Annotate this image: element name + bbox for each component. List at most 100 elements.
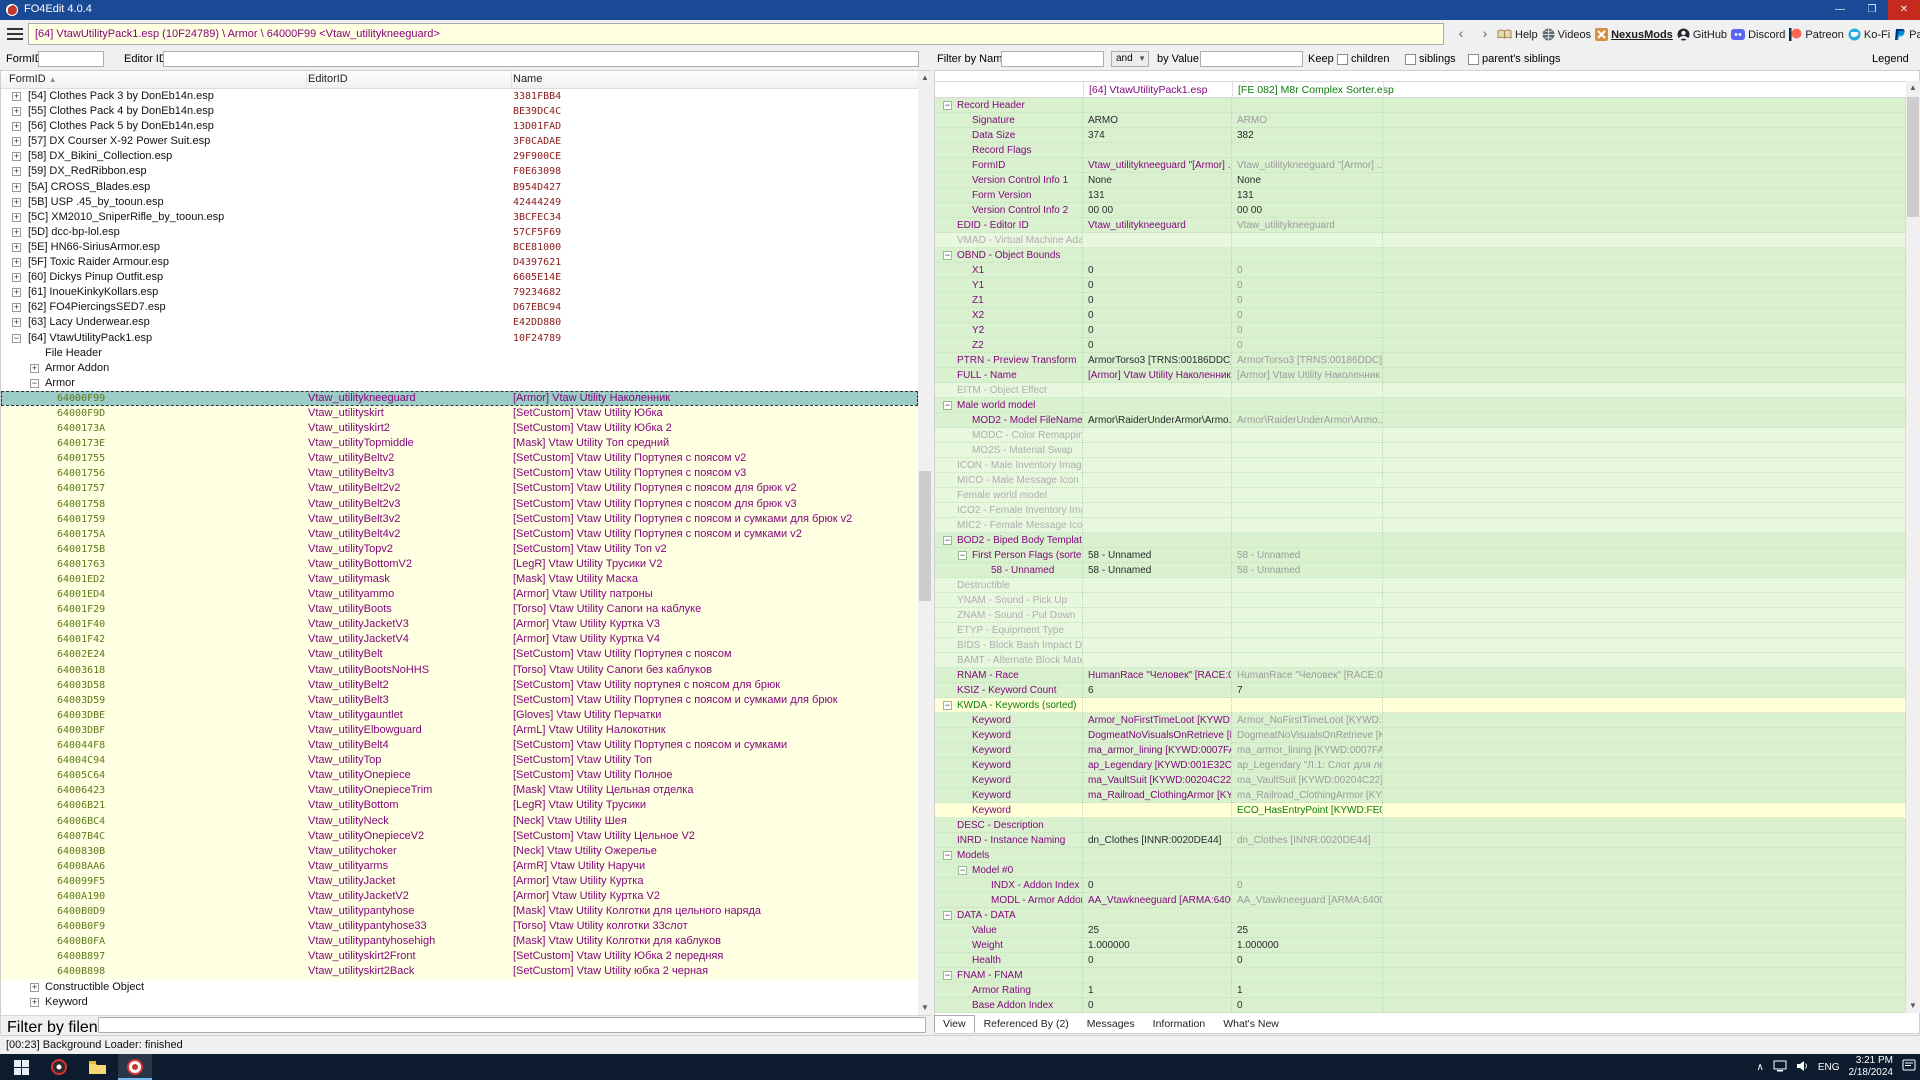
tab-information[interactable]: Information	[1144, 1015, 1215, 1033]
grid-row[interactable]: Y100	[935, 278, 1906, 293]
language-indicator[interactable]: ENG	[1818, 1062, 1840, 1073]
tree-plugin-row[interactable]: +[57] DX Courser X-92 Power Suit.esp3F0C…	[1, 134, 918, 149]
tree-plugin-row[interactable]: +[59] DX_RedRibbon.espF0E63098	[1, 164, 918, 179]
scroll-up-icon[interactable]: ▲	[1906, 81, 1920, 95]
tree-record-row[interactable]: 64008AA6Vtaw_utilityarms[ArmR] Vtaw Util…	[1, 859, 918, 874]
grid-row[interactable]: X100	[935, 263, 1906, 278]
formid-input[interactable]	[38, 51, 104, 67]
grid-row[interactable]: Y200	[935, 323, 1906, 338]
tree-plugin-row[interactable]: +[5C] XM2010_SniperRifle_by_tooun.esp3BC…	[1, 210, 918, 225]
tab-referenced-by-2-[interactable]: Referenced By (2)	[975, 1015, 1078, 1033]
tree-record-row[interactable]: 64003D59Vtaw_utilityBelt3[SetCustom] Vta…	[1, 693, 918, 708]
tree-plugin-row[interactable]: +[60] Dickys Pinup Outfit.esp6605E14E	[1, 270, 918, 285]
expander-expand-icon[interactable]: +	[12, 288, 21, 297]
taskbar-fo4edit-active[interactable]	[118, 1054, 152, 1080]
grid-row[interactable]: ETYP - Equipment Type	[935, 623, 1906, 638]
tree-record-row[interactable]: 64001758Vtaw_utilityBelt2v3[SetCustom] V…	[1, 497, 918, 512]
grid-row[interactable]: Data Size374382	[935, 128, 1906, 143]
expander-expand-icon[interactable]: +	[12, 318, 21, 327]
tree-record-row[interactable]: 6400B0FAVtaw_utilitypantyhosehigh[Mask] …	[1, 934, 918, 949]
grid-row[interactable]: Keywordma_armor_lining [KYWD:0007FA...ma…	[935, 743, 1906, 758]
expander-expand-icon[interactable]: +	[12, 258, 21, 267]
grid-row[interactable]: Z200	[935, 338, 1906, 353]
nav-forward-icon[interactable]: ›	[1476, 26, 1494, 43]
grid-row[interactable]: Armor Rating11	[935, 983, 1906, 998]
tree-plugin-row[interactable]: +[58] DX_Bikini_Collection.esp29F900CE	[1, 149, 918, 164]
tree-plugin-row[interactable]: +[5F] Toxic Raider Armour.espD4397621	[1, 255, 918, 270]
grid-row[interactable]: −Male world model	[935, 398, 1906, 413]
grid-row[interactable]: INDX - Addon Index00	[935, 878, 1906, 893]
expander-expand-icon[interactable]: +	[12, 92, 21, 101]
tree-record-row[interactable]: 64006423Vtaw_utilityOnepieceTrim[Mask] V…	[1, 783, 918, 798]
tree-record-row[interactable]: 64005C64Vtaw_utilityOnepiece[SetCustom] …	[1, 768, 918, 783]
tree-record-row[interactable]: 64001755Vtaw_utilityBeltv2[SetCustom] Vt…	[1, 451, 918, 466]
grid-row[interactable]: Keywordap_Legendary [KYWD:001E32C8]ap_Le…	[935, 758, 1906, 773]
expander-expand-icon[interactable]: +	[12, 122, 21, 131]
breadcrumb[interactable]: [64] VtawUtilityPack1.esp (10F24789) \ A…	[28, 23, 1444, 45]
scroll-down-icon[interactable]: ▼	[918, 1001, 932, 1015]
grid-row[interactable]: SignatureARMOARMO	[935, 113, 1906, 128]
tree-record-row[interactable]: 64001756Vtaw_utilityBeltv3[SetCustom] Vt…	[1, 466, 918, 481]
volume-icon[interactable]	[1796, 1060, 1809, 1075]
tree-plugin-row[interactable]: +[55] Clothes Pack 4 by DonEb14n.espBE39…	[1, 104, 918, 119]
tree-record-row[interactable]: 6400830BVtaw_utilitychoker[Neck] Vtaw Ut…	[1, 844, 918, 859]
expander-expand-icon[interactable]: +	[12, 273, 21, 282]
grid-row[interactable]: VMAD - Virtual Machine Ada...	[935, 233, 1906, 248]
tree-record-row[interactable]: 6400A190Vtaw_utilityJacketV2[Armor] Vtaw…	[1, 889, 918, 904]
navlink-help[interactable]: Help	[1497, 29, 1538, 41]
tree-record-row[interactable]: 6400B898Vtaw_utilityskirt2Back[SetCustom…	[1, 964, 918, 979]
grid-row[interactable]: KeywordECO_HasEntryPoint [KYWD:FE05...	[935, 803, 1906, 818]
scroll-thumb[interactable]	[1907, 97, 1919, 217]
tree-record-row[interactable]: 6400173AVtaw_utilityskirt2[SetCustom] Vt…	[1, 421, 918, 436]
grid-row[interactable]: −FNAM - FNAM	[935, 968, 1906, 983]
grid-row[interactable]: Version Control Info 200 0000 00	[935, 203, 1906, 218]
tree-record-row[interactable]: 64006B21Vtaw_utilityBottom[LegR] Vtaw Ut…	[1, 798, 918, 813]
tree-node-row[interactable]: File Header	[1, 346, 918, 361]
grid-row[interactable]: Health00	[935, 953, 1906, 968]
grid-row[interactable]: BAMT - Alternate Block Mate...	[935, 653, 1906, 668]
notification-icon[interactable]	[1902, 1059, 1916, 1075]
clock[interactable]: 3:21 PM2/18/2024	[1849, 1055, 1894, 1079]
filter-value-input[interactable]	[1200, 51, 1303, 67]
tree-plugin-row[interactable]: +[62] FO4PiercingsSED7.espD67EBC94	[1, 300, 918, 315]
grid-row[interactable]: Form Version131131	[935, 188, 1906, 203]
grid-row[interactable]: EITM - Object Effect	[935, 383, 1906, 398]
tree-plugin-row[interactable]: +[5A] CROSS_Blades.espB954D427	[1, 180, 918, 195]
expander-expand-icon[interactable]: +	[12, 152, 21, 161]
expander-expand-icon[interactable]: +	[12, 243, 21, 252]
navlink-github[interactable]: GitHub	[1677, 28, 1727, 41]
tree-record-row[interactable]: 64002E24Vtaw_utilityBelt[SetCustom] Vtaw…	[1, 647, 918, 662]
grid-row[interactable]: RNAM - RaceHumanRace "Человек" [RACE:0..…	[935, 668, 1906, 683]
expander-expand-icon[interactable]: +	[12, 183, 21, 192]
tree-plugin-row[interactable]: +[54] Clothes Pack 3 by DonEb14n.esp3381…	[1, 89, 918, 104]
grid-row[interactable]: FULL - Name[Armor] Vtaw Utility Наколенн…	[935, 368, 1906, 383]
expander-expand-icon[interactable]: +	[12, 167, 21, 176]
tab-view[interactable]: View	[934, 1015, 975, 1033]
tree-plugin-row[interactable]: +[5D] dcc-bp-lol.esp57CF5F69	[1, 225, 918, 240]
tree-record-row[interactable]: 64000F9DVtaw_utilityskirt[SetCustom] Vta…	[1, 406, 918, 421]
expander-collapse-icon[interactable]: −	[12, 334, 21, 343]
grid-row[interactable]: Destructible	[935, 578, 1906, 593]
grid-row[interactable]: Value2525	[935, 923, 1906, 938]
grid-row[interactable]: Female world model	[935, 488, 1906, 503]
grid-row[interactable]: MIC2 - Female Message Icon	[935, 518, 1906, 533]
nav-back-icon[interactable]: ‹	[1452, 26, 1470, 43]
expander-expand-icon[interactable]: +	[30, 998, 39, 1007]
keep-children-checkbox[interactable]: children	[1337, 53, 1390, 65]
tree-record-row[interactable]: 64003DBEVtaw_utilitygauntlet[Gloves] Vta…	[1, 708, 918, 723]
navlink-patreon[interactable]: Patreon	[1789, 28, 1844, 41]
grid-row[interactable]: KSIZ - Keyword Count67	[935, 683, 1906, 698]
navlink-discord[interactable]: Discord	[1731, 29, 1785, 41]
expander-expand-icon[interactable]: +	[12, 198, 21, 207]
tree-plugin-row[interactable]: +[5B] USP .45_by_tooun.esp42444249	[1, 195, 918, 210]
grid-row[interactable]: Keywordma_VaultSuit [KYWD:00204C22]ma_Va…	[935, 773, 1906, 788]
scroll-up-icon[interactable]: ▲	[918, 71, 932, 85]
tree-record-row[interactable]: 64001757Vtaw_utilityBelt2v2[SetCustom] V…	[1, 481, 918, 496]
grid-row[interactable]: MODC - Color Remappin...	[935, 428, 1906, 443]
tree-record-row[interactable]: 6400173EVtaw_utilityTopmiddle[Mask] Vtaw…	[1, 436, 918, 451]
grid-row[interactable]: MO2S - Material Swap	[935, 443, 1906, 458]
override-column-header[interactable]: [FE 082] M8r Complex Sorter.esp	[1238, 84, 1394, 96]
tree-record-row[interactable]: 64001759Vtaw_utilityBelt3v2[SetCustom] V…	[1, 512, 918, 527]
tree-plugin-row[interactable]: +[5E] HN66-SiriusArmor.espBCE81000	[1, 240, 918, 255]
tree-record-row[interactable]: 6400B897Vtaw_utilityskirt2Front[SetCusto…	[1, 949, 918, 964]
